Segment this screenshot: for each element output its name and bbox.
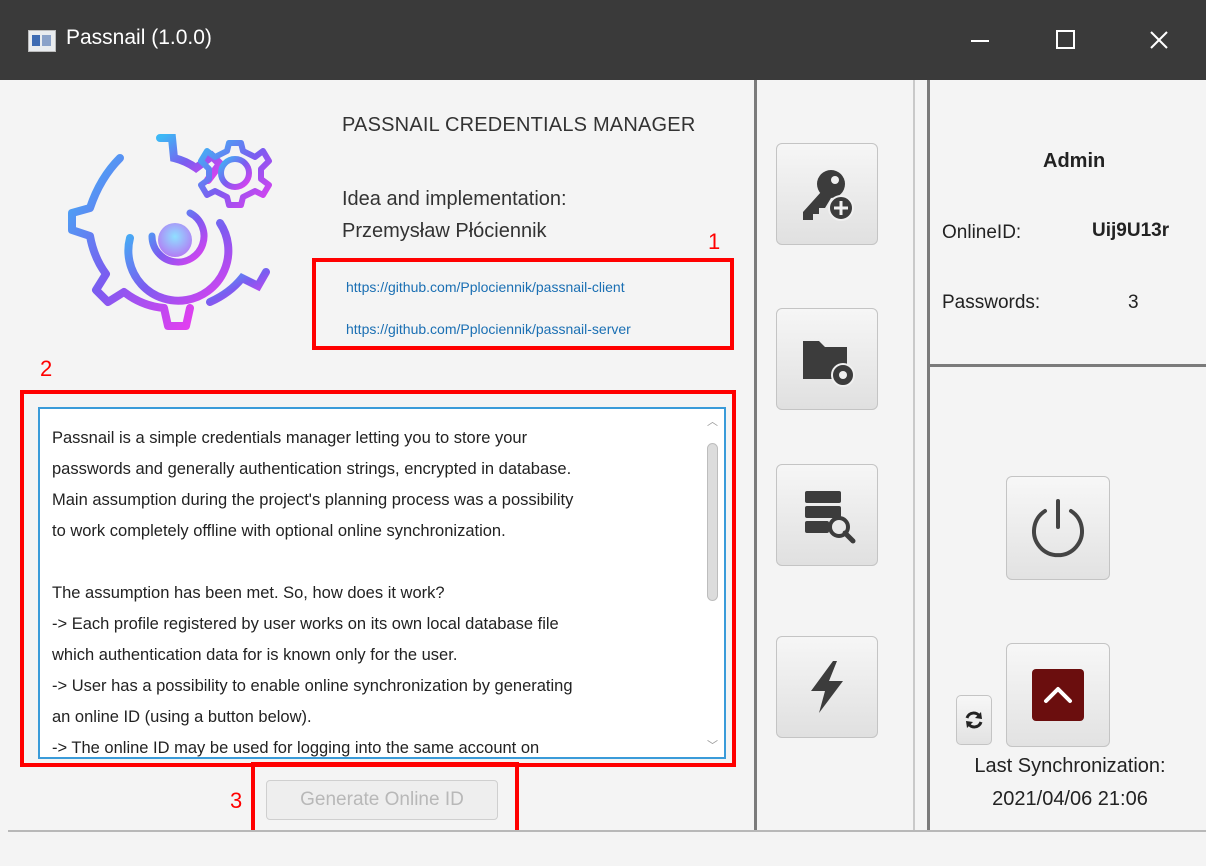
scroll-thumb[interactable] <box>707 443 718 601</box>
description-textarea[interactable]: Passnail is a simple credentials manager… <box>38 407 726 759</box>
online-id-label: OnlineID: <box>942 222 1022 243</box>
window-title: Passnail (1.0.0) <box>66 26 212 49</box>
author-line-1: Idea and implementation: <box>342 188 567 210</box>
panel-divider-right <box>927 80 930 830</box>
title-bar: Passnail (1.0.0) <box>0 0 1206 80</box>
panel-divider-middle <box>913 80 915 830</box>
annotation-box-1 <box>312 258 734 350</box>
app-heading: PASSNAIL CREDENTIALS MANAGER <box>342 114 696 136</box>
scroll-up-icon[interactable]: ︿ <box>707 413 718 429</box>
logout-button[interactable] <box>1006 476 1110 580</box>
power-icon <box>1032 499 1084 558</box>
sync-upload-button[interactable] <box>1006 643 1110 747</box>
maximize-button[interactable] <box>1031 0 1101 80</box>
user-panel-divider <box>930 364 1206 367</box>
gear-logo-icon <box>68 134 272 330</box>
minimize-icon <box>971 40 989 42</box>
scroll-down-icon[interactable]: ﹀ <box>707 737 718 753</box>
lightning-icon <box>811 661 843 713</box>
manage-files-button[interactable] <box>776 308 878 410</box>
passwords-label: Passwords: <box>942 292 1041 313</box>
online-id-value: Uij9U13r <box>1092 220 1170 241</box>
close-button[interactable] <box>1124 0 1194 80</box>
username-label: Admin <box>1043 150 1106 172</box>
refresh-icon <box>965 711 983 729</box>
refresh-button[interactable] <box>956 695 992 745</box>
sync-datetime: 2021/04/06 21:06 <box>992 788 1148 810</box>
add-key-icon <box>803 170 854 221</box>
annotation-label-2: 2 <box>40 356 53 381</box>
chevron-up-icon <box>1044 687 1072 703</box>
search-database-button[interactable] <box>776 464 878 566</box>
app-icon <box>28 30 56 52</box>
annotation-label-1: 1 <box>708 229 721 254</box>
annotation-label-3: 3 <box>230 788 243 813</box>
minimize-button[interactable] <box>945 0 1015 80</box>
maximize-icon <box>1056 30 1075 49</box>
description-text: Passnail is a simple credentials manager… <box>52 429 574 757</box>
passwords-count: 3 <box>1128 292 1139 313</box>
sync-upload-icon-bg <box>1032 669 1084 721</box>
sync-label: Last Synchronization: <box>974 755 1166 777</box>
add-credential-button[interactable] <box>776 143 878 245</box>
folder-settings-icon <box>803 341 855 387</box>
panel-divider-left <box>754 80 757 830</box>
close-icon <box>1150 31 1168 49</box>
generate-online-id-button[interactable]: Generate Online ID <box>266 780 498 820</box>
description-scrollbar[interactable]: ︿ ﹀ <box>704 411 722 755</box>
database-search-icon <box>805 491 856 544</box>
quick-action-button[interactable] <box>776 636 878 738</box>
author-line-2: Przemysław Płóciennik <box>342 220 547 242</box>
status-bar <box>8 830 1206 866</box>
